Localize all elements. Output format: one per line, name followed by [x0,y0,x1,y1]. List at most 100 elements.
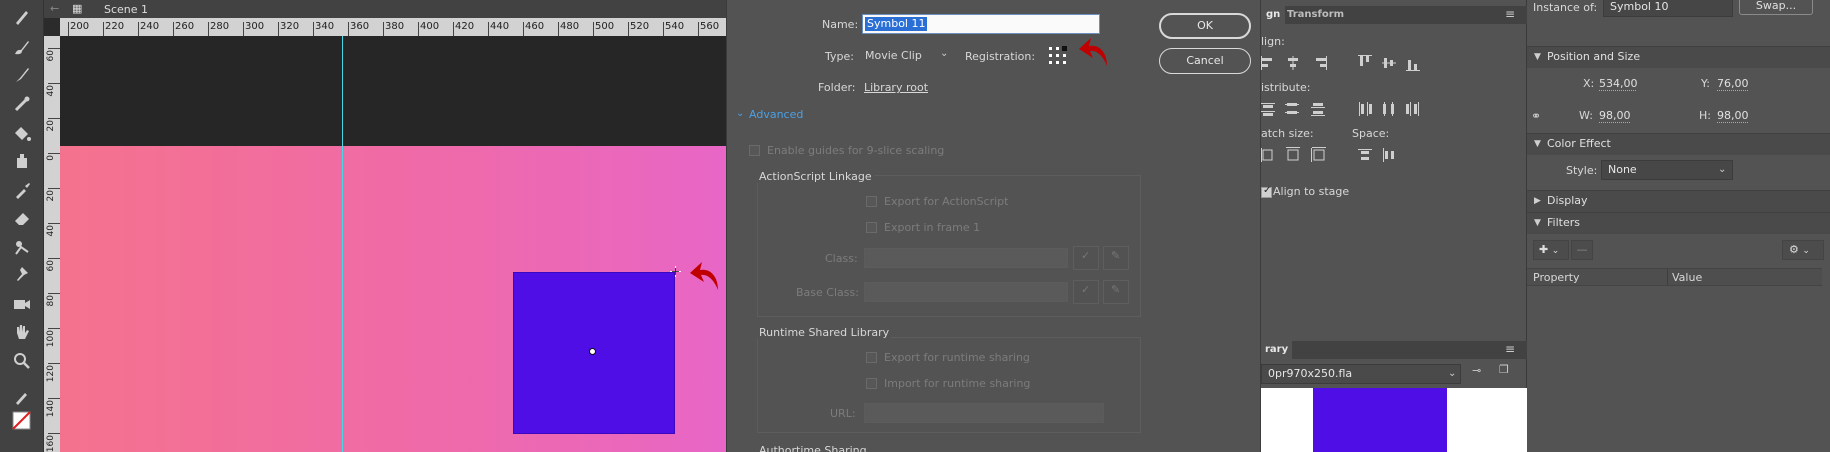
ruler-guide[interactable] [342,36,343,452]
display-section[interactable]: ▶ Display [1527,190,1830,212]
bone-icon[interactable] [11,93,33,115]
match-width-icon[interactable] [1261,147,1277,163]
pin-icon[interactable] [11,264,33,286]
distribute-bottom-icon[interactable] [1311,101,1327,117]
registration-grid-icon[interactable] [1047,45,1069,67]
style-dropdown[interactable]: None ⌄ [1601,160,1733,180]
fill-color-swatch-icon[interactable] [11,410,33,432]
align-left-icon[interactable] [1261,55,1277,71]
eyedropper-icon[interactable] [11,179,33,201]
align-label: lign: [1261,35,1285,48]
import-runtime-checkbox[interactable] [866,378,877,389]
enable-guides-label: Enable guides for 9-slice scaling [767,144,945,157]
swap-button[interactable]: Swap... [1739,0,1813,15]
chevron-down-icon: ⌄ [1448,368,1457,379]
align-horizontal-center-icon[interactable] [1285,55,1301,71]
transform-point[interactable] [589,348,596,355]
filters-section[interactable]: ▼ Filters [1527,212,1830,234]
instance-of-field: Symbol 10 [1603,0,1733,17]
name-input[interactable]: Symbol 11 [862,14,1100,34]
space-horizontally-icon[interactable] [1381,147,1397,163]
distribute-top-icon[interactable] [1261,101,1277,117]
export-actionscript-checkbox[interactable] [866,196,877,207]
remove-filter-button[interactable]: — [1571,240,1593,260]
type-dropdown[interactable]: Movie Clip ⌄ [862,46,954,66]
tab-library[interactable]: rary [1261,341,1293,359]
distribute-left-icon[interactable] [1357,101,1373,117]
ruler-tick [278,22,279,36]
eraser-icon[interactable] [11,207,33,229]
y-value[interactable]: 76,00 [1717,77,1749,90]
stage-area[interactable]: ← ▦ Scene 1 200 220 240 260 280 300 320 340 360 3… [44,0,754,452]
color-effect-section[interactable]: ▼ Color Effect [1527,133,1830,155]
puppet-warp-icon[interactable] [11,236,33,258]
ruler-tick [208,22,209,36]
pen-icon[interactable] [11,6,33,28]
distribute-right-icon[interactable] [1405,101,1421,117]
ruler-tick [48,328,60,329]
paint-bucket-icon[interactable] [11,122,33,144]
zoom-icon[interactable] [11,350,33,372]
advanced-toggle[interactable]: Advanced [749,108,803,121]
export-runtime-checkbox[interactable] [866,352,877,363]
advanced-chevron-icon[interactable]: ⌄ [736,108,744,119]
clapper-icon: ▦ [72,2,83,15]
align-bottom-icon[interactable] [1405,55,1421,71]
folder-link[interactable]: Library root [864,81,928,94]
tab-transform[interactable]: Transform [1281,6,1350,24]
space-label: Space: [1352,127,1390,140]
paint-brush-icon[interactable] [11,64,33,86]
ink-bottle-icon[interactable] [11,150,33,172]
h-label: H: [1699,109,1711,122]
camera-icon[interactable] [11,293,33,315]
align-vertical-center-icon[interactable] [1381,55,1397,71]
align-to-stage-checkbox[interactable]: ✓ [1261,185,1272,198]
url-input[interactable] [864,403,1104,423]
validate-class-button[interactable]: ✓ [1073,246,1099,270]
cancel-button[interactable]: Cancel [1159,48,1251,74]
stroke-color-icon[interactable] [11,385,33,407]
edit-class-button[interactable]: ✎ [1103,246,1129,270]
registration-crosshair-icon [670,266,681,277]
ruler-tick [628,22,629,36]
lock-proportions-icon[interactable]: ⚭ [1531,109,1541,123]
ok-button[interactable]: OK [1159,13,1251,39]
new-library-panel-icon[interactable]: ❐ [1499,363,1509,376]
match-height-icon[interactable] [1285,147,1301,163]
panel-menu-icon[interactable]: ≡ [1505,7,1515,21]
h-value[interactable]: 98,00 [1717,109,1749,122]
space-vertically-icon[interactable] [1357,147,1373,163]
panel-menu-icon[interactable]: ≡ [1505,342,1515,356]
x-value[interactable]: 534,00 [1599,77,1638,90]
library-file-dropdown[interactable]: 0pr970x250.fla ⌄ [1261,364,1461,384]
align-top-icon[interactable] [1357,55,1373,71]
edit-base-class-button[interactable]: ✎ [1103,280,1129,304]
ruler-tick [48,293,60,294]
w-value[interactable]: 98,00 [1599,109,1631,122]
match-width-height-icon[interactable] [1311,147,1327,163]
ruler-tick-label: 560 [700,21,720,32]
enable-guides-checkbox[interactable] [749,145,760,156]
hand-icon[interactable] [11,321,33,343]
validate-base-class-button[interactable]: ✓ [1073,280,1099,304]
back-arrow-icon[interactable]: ← [50,2,59,15]
pin-library-icon[interactable]: ⊸ [1472,364,1481,377]
ruler-tick-label: 80 [46,295,56,307]
distribute-vertical-center-icon[interactable] [1285,101,1301,117]
align-right-icon[interactable] [1311,55,1327,71]
base-class-input[interactable] [864,282,1068,302]
property-column-header: Property [1533,271,1580,284]
style-label: Style: [1566,164,1598,177]
scene-label[interactable]: Scene 1 [104,3,148,16]
export-frame-checkbox[interactable] [866,222,877,233]
ruler-tick [48,363,60,364]
add-filter-button[interactable]: ✚ ⌄ [1533,240,1569,260]
ruler-tick-label: 280 [210,21,230,32]
ruler-tick-label: 20 [46,190,56,202]
w-label: W: [1579,109,1593,122]
position-size-section[interactable]: ▼ Position and Size [1527,46,1830,68]
distribute-horizontal-center-icon[interactable] [1381,101,1397,117]
filter-options-button[interactable]: ⚙ ⌄ [1782,240,1824,260]
class-input[interactable] [864,248,1068,268]
brush-icon[interactable] [11,36,33,58]
